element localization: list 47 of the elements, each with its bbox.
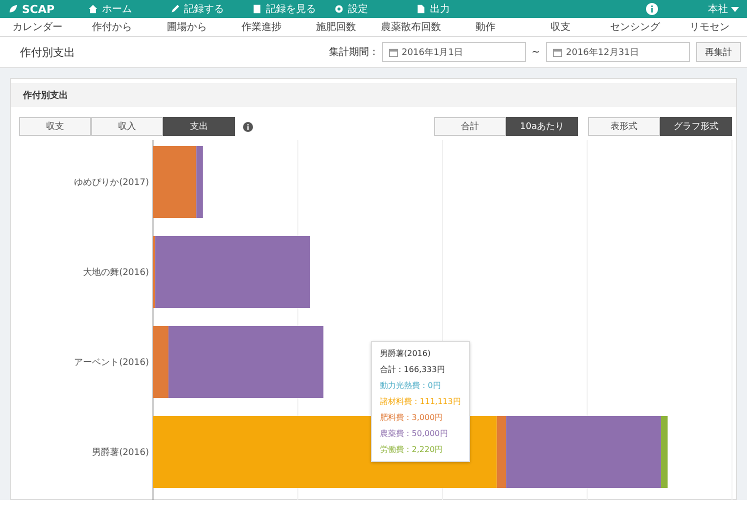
file-icon [416,4,426,14]
tooltip-item: 肥料費 : 3,000円 [380,412,444,423]
date-field[interactable]: 2016年1月1日 [382,42,526,62]
panel-title: 作付別支出 [23,89,68,102]
category-label: ゆめぴりか(2017) [74,178,149,188]
subnav-link[interactable]: カレンダー [0,20,75,34]
recalculate-button[interactable]: 再集計 [696,42,741,62]
toggle-tab[interactable]: 収支 [19,117,91,136]
category-label: アーベント(2016) [74,358,149,368]
toggle-tab[interactable]: 合計 [434,117,506,136]
tooltip-item: 動力光熱費 : 0円 [380,380,442,391]
subnav-link[interactable]: センシング [598,20,672,34]
home-icon [88,4,98,14]
page-title: 作付別支出 [20,44,76,60]
caret-icon [731,6,739,12]
subnav-link[interactable]: リモセン [672,20,747,34]
subnav-link[interactable]: 作付から [74,20,150,34]
chart-bar[interactable] [153,236,156,308]
category-label: 大地の舞(2016) [83,268,149,278]
subnav-link[interactable]: 作業進捗 [224,20,299,34]
tooltip-title: 男爵薯(2016) [380,348,432,359]
toggle-tab[interactable]: 支出 [163,117,235,136]
leaf-icon [8,4,18,14]
range-separator: ~ [532,46,540,58]
tooltip-total: 合計 : 166,333円 [380,364,446,375]
tooltip-item: 農薬費 : 50,000円 [380,428,449,439]
toggle-tab[interactable]: グラフ形式 [660,117,732,136]
period-label: 集計期間 : [329,46,376,59]
date-field[interactable]: 2016年12月31日 [546,42,690,62]
subnav-link[interactable]: 圃場から [149,20,224,34]
subnav-link[interactable]: 動作 [448,20,523,34]
subnav-link[interactable]: 農薬散布回数 [374,20,448,34]
subnav-link[interactable]: 収支 [522,20,598,34]
tooltip-item: 諸材料費 : 111,113円 [380,396,461,407]
toggle-tab[interactable]: 収入 [91,117,163,136]
pencil-icon [170,4,180,14]
calendar-icon [553,48,562,56]
info-icon[interactable] [243,122,253,132]
subnav-link[interactable]: 施肥回数 [298,20,374,34]
toggle-tab[interactable]: 表形式 [588,117,660,136]
chart-bar[interactable] [196,146,203,218]
category-label: 男爵薯(2016) [92,448,149,458]
settings-icon [334,4,344,14]
toggle-tab[interactable]: 10aあたり [506,117,578,136]
calendar-icon [388,48,398,56]
info-icon[interactable] [646,3,658,15]
tooltip-item: 労働費 : 2,220円 [380,444,444,455]
